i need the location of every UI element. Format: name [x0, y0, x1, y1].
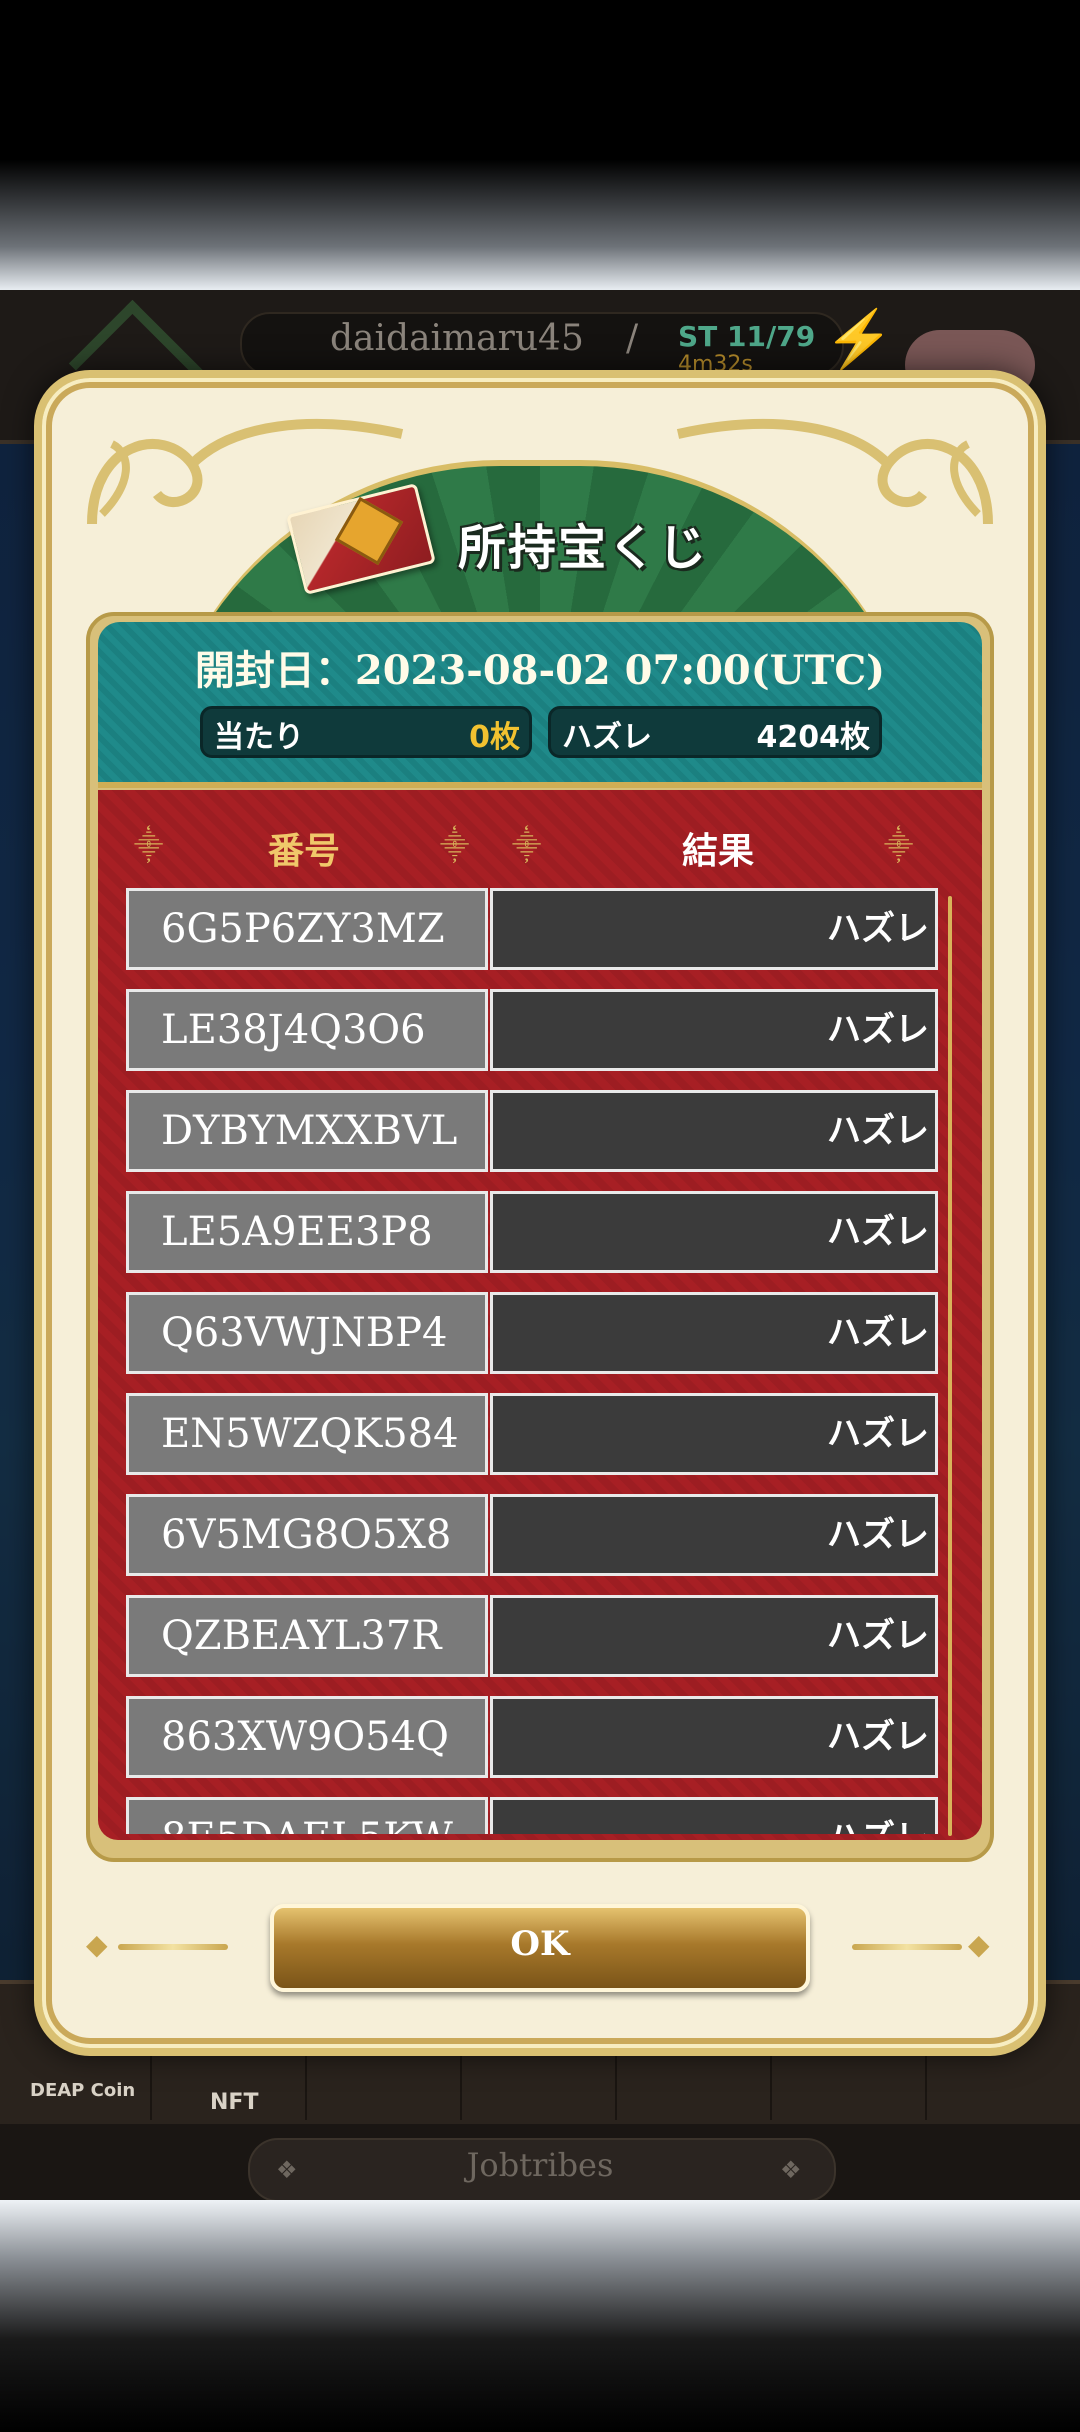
ticket-number: 6V5MG8O5X8: [126, 1494, 488, 1576]
ticket-number: LE5A9EE3P8: [126, 1191, 488, 1273]
table-row: Q63VWJNBP4 ハズレ: [126, 1292, 938, 1378]
ornament-icon: ⸎: [134, 829, 164, 862]
ticket-number: QZBEAYL37R: [126, 1595, 488, 1677]
list-scrollbar[interactable]: [948, 896, 952, 1836]
lose-label: ハズレ: [562, 720, 652, 755]
nav-label-deap: DEAP Coin: [30, 2080, 136, 2101]
ornament-icon: ⸎: [440, 829, 470, 862]
ticket-number: 8E5DAEL5KW: [126, 1797, 488, 1834]
ticket-number: 6G5P6ZY3MZ: [126, 888, 488, 970]
table-row: QZBEAYL37R ハズレ: [126, 1595, 938, 1681]
table-row: LE38J4Q3O6 ハズレ: [126, 989, 938, 1075]
ticket-result: ハズレ: [490, 1595, 938, 1677]
ornament-line: [852, 1944, 962, 1950]
table-row: 6G5P6ZY3MZ ハズレ: [126, 888, 938, 974]
ticket-number: Q63VWJNBP4: [126, 1292, 488, 1374]
column-header-result: 結果: [682, 831, 755, 872]
ticket-result: ハズレ: [490, 1797, 938, 1834]
table-row: 863XW9O54Q ハズレ: [126, 1696, 938, 1782]
nav-label-nft: NFT: [210, 2090, 259, 2115]
table-row: 6V5MG8O5X8 ハズレ: [126, 1494, 938, 1580]
table-row: 8E5DAEL5KW ハズレ: [126, 1797, 938, 1834]
ticket-list[interactable]: 6G5P6ZY3MZ ハズレ LE38J4Q3O6 ハズレ DYBYMXXBVL…: [126, 888, 944, 1834]
ticket-result: ハズレ: [490, 1494, 938, 1576]
table-row: EN5WZQK584 ハズレ: [126, 1393, 938, 1479]
table-row: LE5A9EE3P8 ハズレ: [126, 1191, 938, 1277]
win-label: 当たり: [214, 720, 304, 755]
ticket-result: ハズレ: [490, 1292, 938, 1374]
ornament-icon: ⸎: [512, 829, 542, 862]
ticket-result: ハズレ: [490, 888, 938, 970]
win-count: 0枚: [469, 720, 520, 755]
ornament-icon: ⸎: [884, 829, 914, 862]
ticket-result: ハズレ: [490, 1696, 938, 1778]
ticket-result: ハズレ: [490, 1090, 938, 1172]
diamond-ornament-icon: ◆: [968, 1928, 990, 1961]
diamond-ornament-icon: ◆: [86, 1928, 108, 1961]
bottom-backdrop: [0, 2200, 1080, 2432]
footer-brand: Jobtribes: [466, 2146, 614, 2184]
ok-button[interactable]: [270, 1904, 810, 1992]
ticket-result: ハズレ: [490, 1191, 938, 1273]
ticket-result: ハズレ: [490, 989, 938, 1071]
column-header-number: 番号: [268, 831, 341, 872]
ticket-number: EN5WZQK584: [126, 1393, 488, 1475]
ornament-line: [118, 1944, 228, 1950]
top-backdrop: [0, 0, 1080, 290]
ticket-number: LE38J4Q3O6: [126, 989, 488, 1071]
lose-count: 4204枚: [756, 720, 871, 755]
modal-title: 所持宝くじ: [458, 520, 709, 576]
ticket-number: 863XW9O54Q: [126, 1696, 488, 1778]
ticket-number: DYBYMXXBVL: [126, 1090, 488, 1172]
ticket-result: ハズレ: [490, 1393, 938, 1475]
table-row: DYBYMXXBVL ハズレ: [126, 1090, 938, 1176]
open-date: 開封日：2023-08-02 07:00(UTC): [194, 647, 886, 694]
